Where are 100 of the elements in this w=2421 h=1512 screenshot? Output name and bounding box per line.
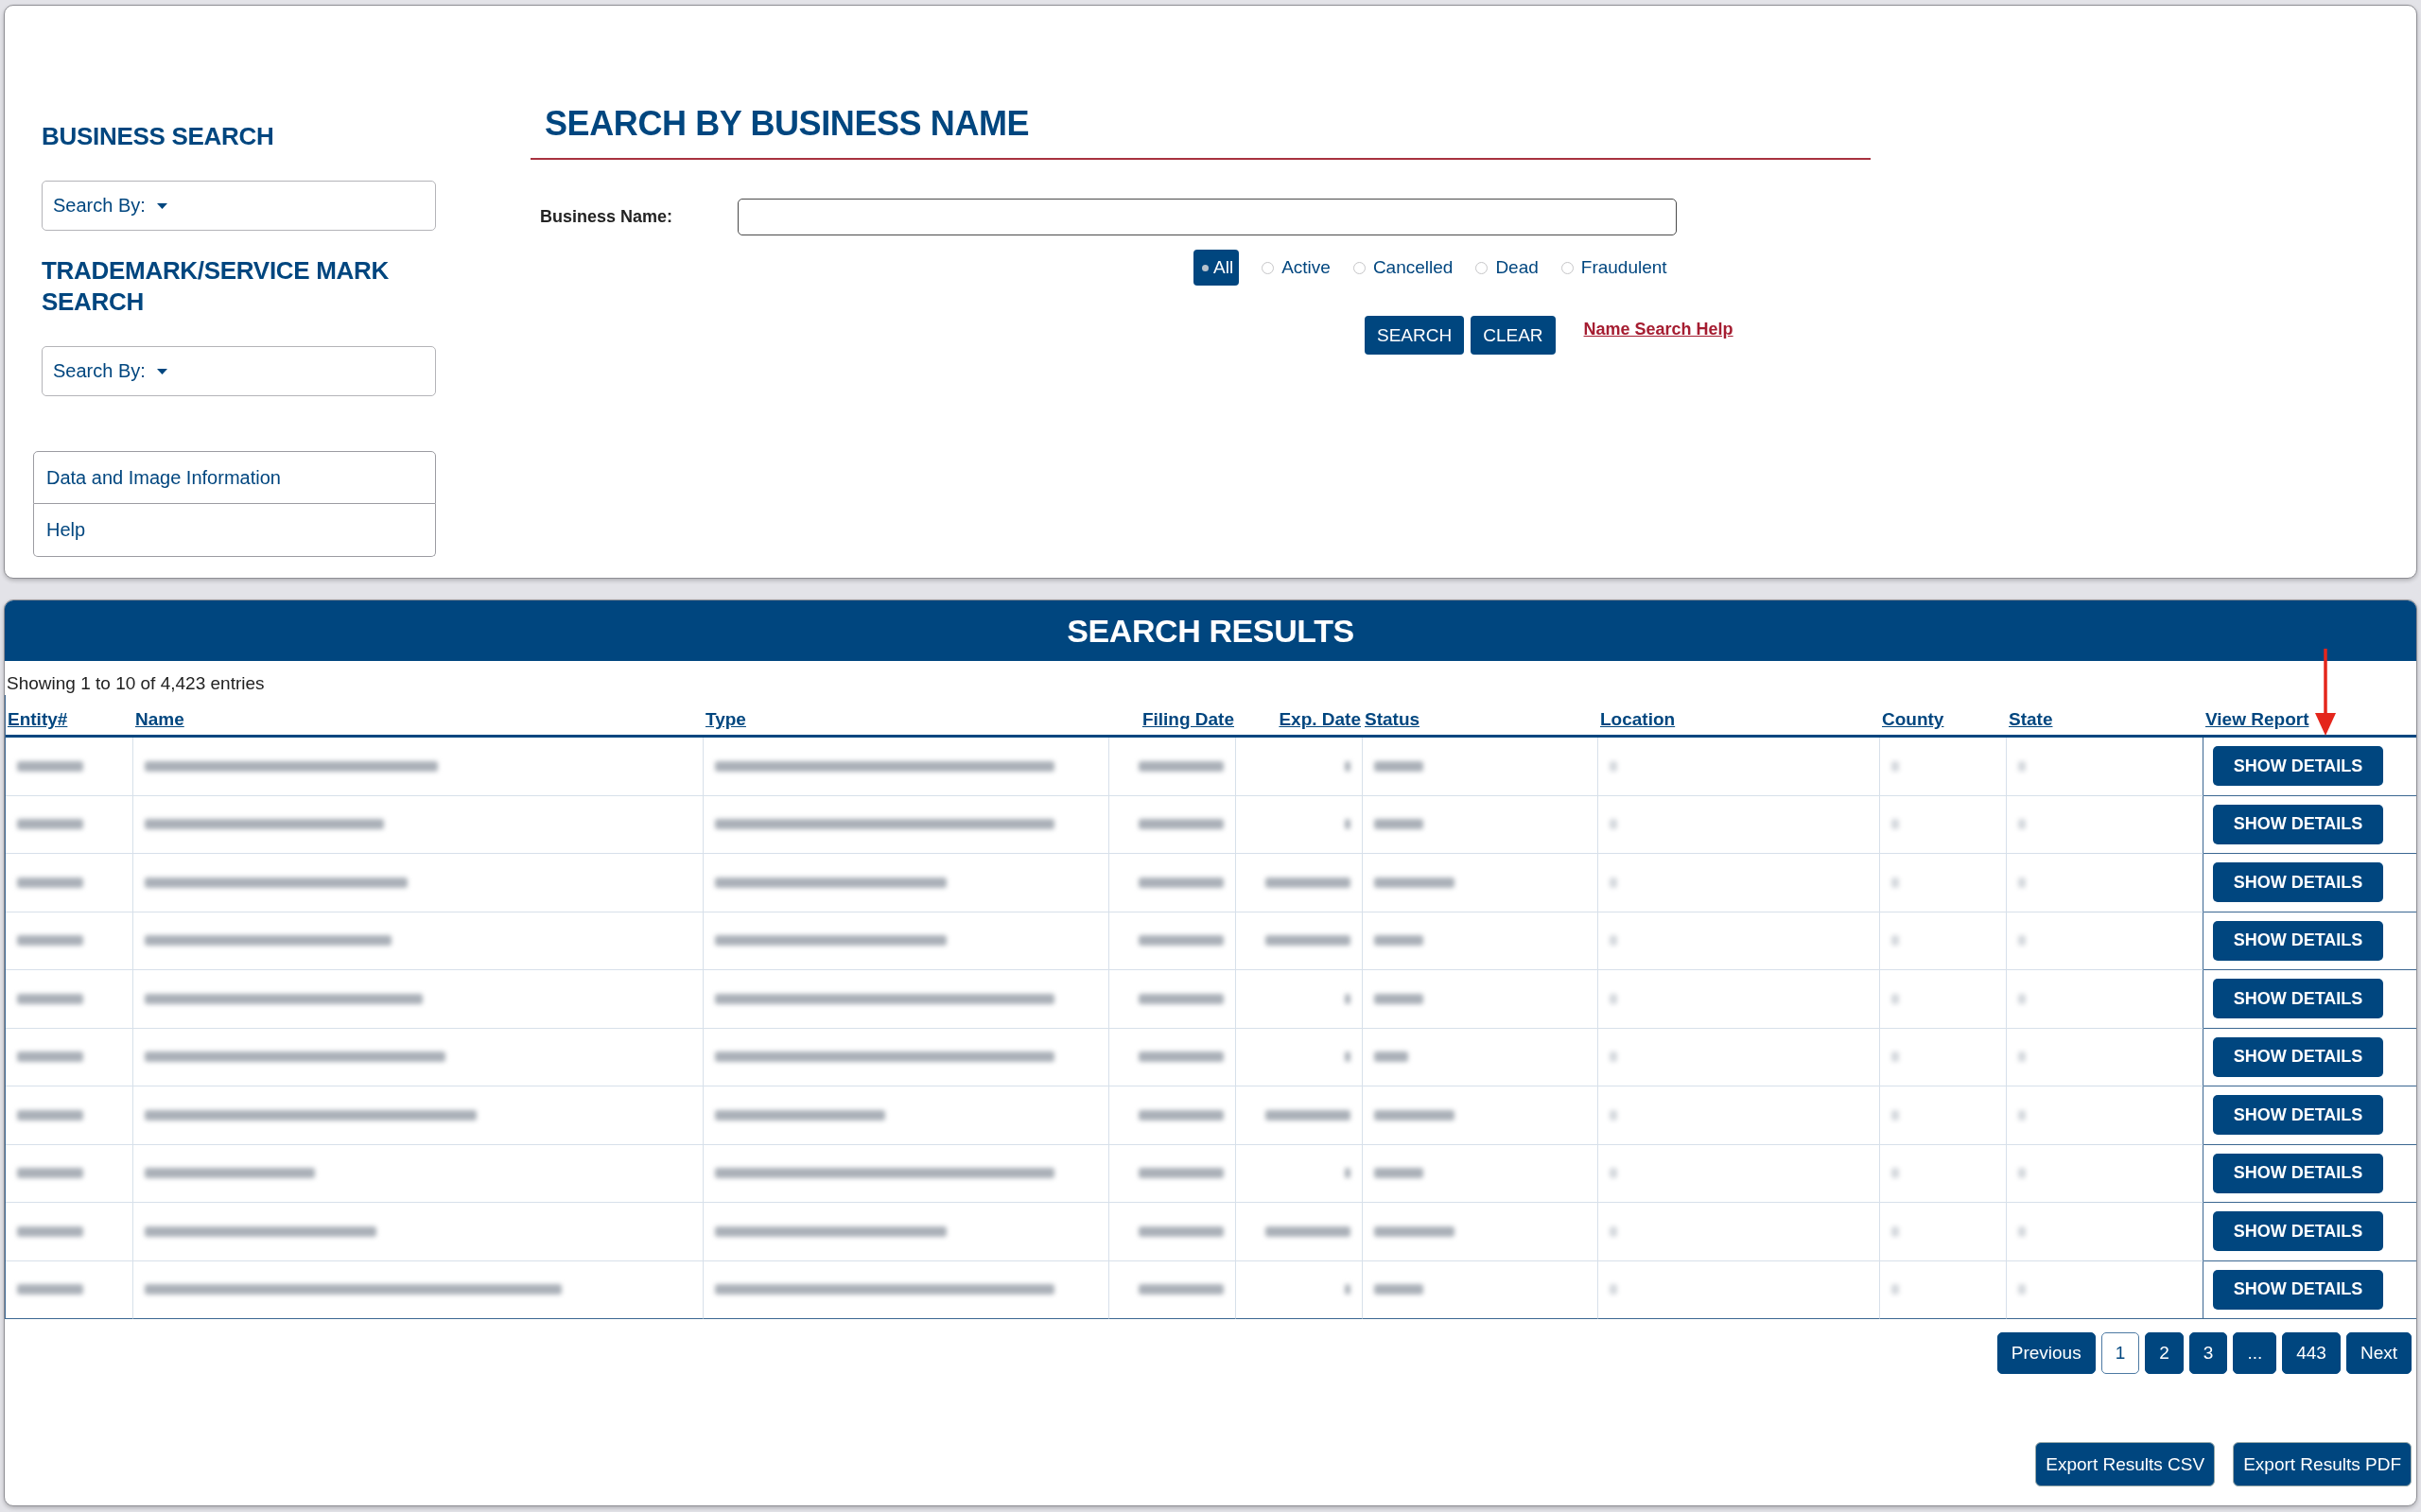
export-button[interactable]: Export Results CSV: [2035, 1442, 2216, 1486]
blurred-text: [2018, 877, 2026, 888]
blurred-text: [1345, 1284, 1350, 1295]
blurred-text: [1345, 1168, 1350, 1179]
sidebar-link[interactable]: Data and Image Information: [33, 451, 436, 504]
radio-icon: [1262, 261, 1275, 274]
results-summary: Showing 1 to 10 of 4,423 entries: [6, 672, 265, 695]
blurred-text: [2018, 760, 2026, 772]
radio-icon: [1202, 264, 1209, 271]
blurred-text: [1610, 1109, 1617, 1121]
blurred-text: [17, 993, 83, 1004]
page-title: SEARCH BY BUSINESS NAME: [545, 103, 1030, 145]
column-header[interactable]: Name: [135, 709, 184, 730]
show-details-button[interactable]: SHOW DETAILS: [2213, 1153, 2383, 1193]
blurred-text: [1891, 819, 1899, 830]
blurred-text: [2018, 935, 2026, 947]
column-header[interactable]: Status: [1365, 709, 1420, 730]
caret-icon: [156, 368, 167, 374]
blurred-text: [1345, 819, 1350, 830]
blurred-text: [2018, 1109, 2026, 1121]
column-header[interactable]: Type: [705, 709, 746, 730]
blurred-text: [1610, 877, 1617, 888]
blurred-text: [1891, 1168, 1899, 1179]
blurred-text: [17, 819, 83, 830]
business-name-field[interactable]: [738, 199, 1677, 235]
column-header[interactable]: Exp. Date: [1279, 709, 1361, 730]
show-details-button[interactable]: SHOW DETAILS: [2213, 746, 2383, 787]
radio-icon: [1352, 261, 1366, 274]
search-by-dropdown[interactable]: Search By:: [42, 181, 436, 231]
column-header[interactable]: Filing Date: [1141, 709, 1234, 730]
pagination-button[interactable]: 3: [2188, 1332, 2228, 1374]
pagination-button[interactable]: Previous: [1996, 1332, 2096, 1374]
pagination-button[interactable]: Next: [2345, 1332, 2412, 1374]
sidebar-link[interactable]: Help: [33, 504, 436, 557]
show-details-button[interactable]: SHOW DETAILS: [2213, 804, 2383, 844]
blurred-text: [17, 1225, 83, 1237]
blurred-text: [1610, 1225, 1617, 1237]
status-filter-option[interactable]: All: [1193, 250, 1240, 286]
blurred-text: [1374, 760, 1423, 772]
show-details-button[interactable]: SHOW DETAILS: [2213, 1036, 2383, 1077]
results-title: SEARCH RESULTS: [1067, 612, 1354, 650]
status-filter-option[interactable]: Active: [1262, 250, 1331, 286]
search-button[interactable]: SEARCH: [1365, 316, 1465, 355]
blurred-text: [1374, 935, 1423, 947]
column-header[interactable]: Entity#: [8, 709, 68, 730]
status-filter-option[interactable]: Fraudulent: [1560, 250, 1667, 286]
blurred-text: [1374, 819, 1423, 830]
blurred-text: [2018, 993, 2026, 1004]
blurred-text: [17, 760, 83, 772]
status-filter-option[interactable]: Dead: [1475, 250, 1539, 286]
blurred-text: [2018, 1284, 2026, 1295]
blurred-text: [17, 935, 83, 947]
blurred-text: [1345, 760, 1350, 772]
column-header[interactable]: View Report: [2205, 709, 2309, 730]
sidebar-heading: TRADEMARK/SERVICE MARK SEARCH: [42, 255, 391, 318]
pagination-button[interactable]: 443: [2282, 1332, 2341, 1374]
show-details-button[interactable]: SHOW DETAILS: [2213, 979, 2383, 1019]
blurred-text: [17, 1168, 83, 1179]
field-label: Business Name:: [540, 207, 674, 227]
search-by-dropdown[interactable]: Search By:: [42, 346, 436, 396]
caret-icon: [156, 202, 167, 209]
blurred-text: [1891, 935, 1899, 947]
blurred-text: [2018, 819, 2026, 830]
blurred-text: [17, 1051, 83, 1063]
export-button[interactable]: Export Results PDF: [2233, 1442, 2412, 1486]
blurred-text: [1610, 993, 1617, 1004]
column-header[interactable]: County: [1882, 709, 1944, 730]
blurred-text: [1345, 993, 1350, 1004]
blurred-text: [2018, 1225, 2026, 1237]
blurred-text: [1891, 877, 1899, 888]
show-details-button[interactable]: SHOW DETAILS: [2213, 1211, 2383, 1252]
pagination-button[interactable]: ...: [2233, 1332, 2277, 1374]
show-details-button[interactable]: SHOW DETAILS: [2213, 1269, 2383, 1310]
blurred-text: [2018, 1168, 2026, 1179]
blurred-text: [1374, 993, 1423, 1004]
blurred-text: [1610, 1051, 1617, 1063]
blurred-text: [17, 877, 83, 888]
blurred-text: [1374, 1051, 1408, 1063]
help-link[interactable]: Name Search Help: [1583, 320, 1733, 339]
show-details-button[interactable]: SHOW DETAILS: [2213, 1095, 2383, 1136]
sidebar-heading: BUSINESS SEARCH: [42, 121, 275, 152]
column-header[interactable]: Location: [1600, 709, 1676, 730]
blurred-text: [1891, 760, 1899, 772]
blurred-text: [1891, 1109, 1899, 1121]
status-filter-option[interactable]: Cancelled: [1352, 250, 1454, 286]
blurred-text: [1891, 1225, 1899, 1237]
pagination-button[interactable]: 1: [2100, 1332, 2140, 1374]
blurred-text: [1891, 1051, 1899, 1063]
radio-icon: [1560, 261, 1574, 274]
clear-button[interactable]: CLEAR: [1471, 316, 1556, 355]
blurred-text: [17, 1284, 83, 1295]
blurred-text: [2018, 1051, 2026, 1063]
column-header[interactable]: State: [2009, 709, 2053, 730]
blurred-text: [1610, 760, 1617, 772]
show-details-button[interactable]: SHOW DETAILS: [2213, 862, 2383, 903]
radio-icon: [1475, 261, 1489, 274]
show-details-button[interactable]: SHOW DETAILS: [2213, 920, 2383, 961]
blurred-text: [1891, 1284, 1899, 1295]
pagination-button[interactable]: 2: [2145, 1332, 2184, 1374]
blurred-text: [1610, 935, 1617, 947]
